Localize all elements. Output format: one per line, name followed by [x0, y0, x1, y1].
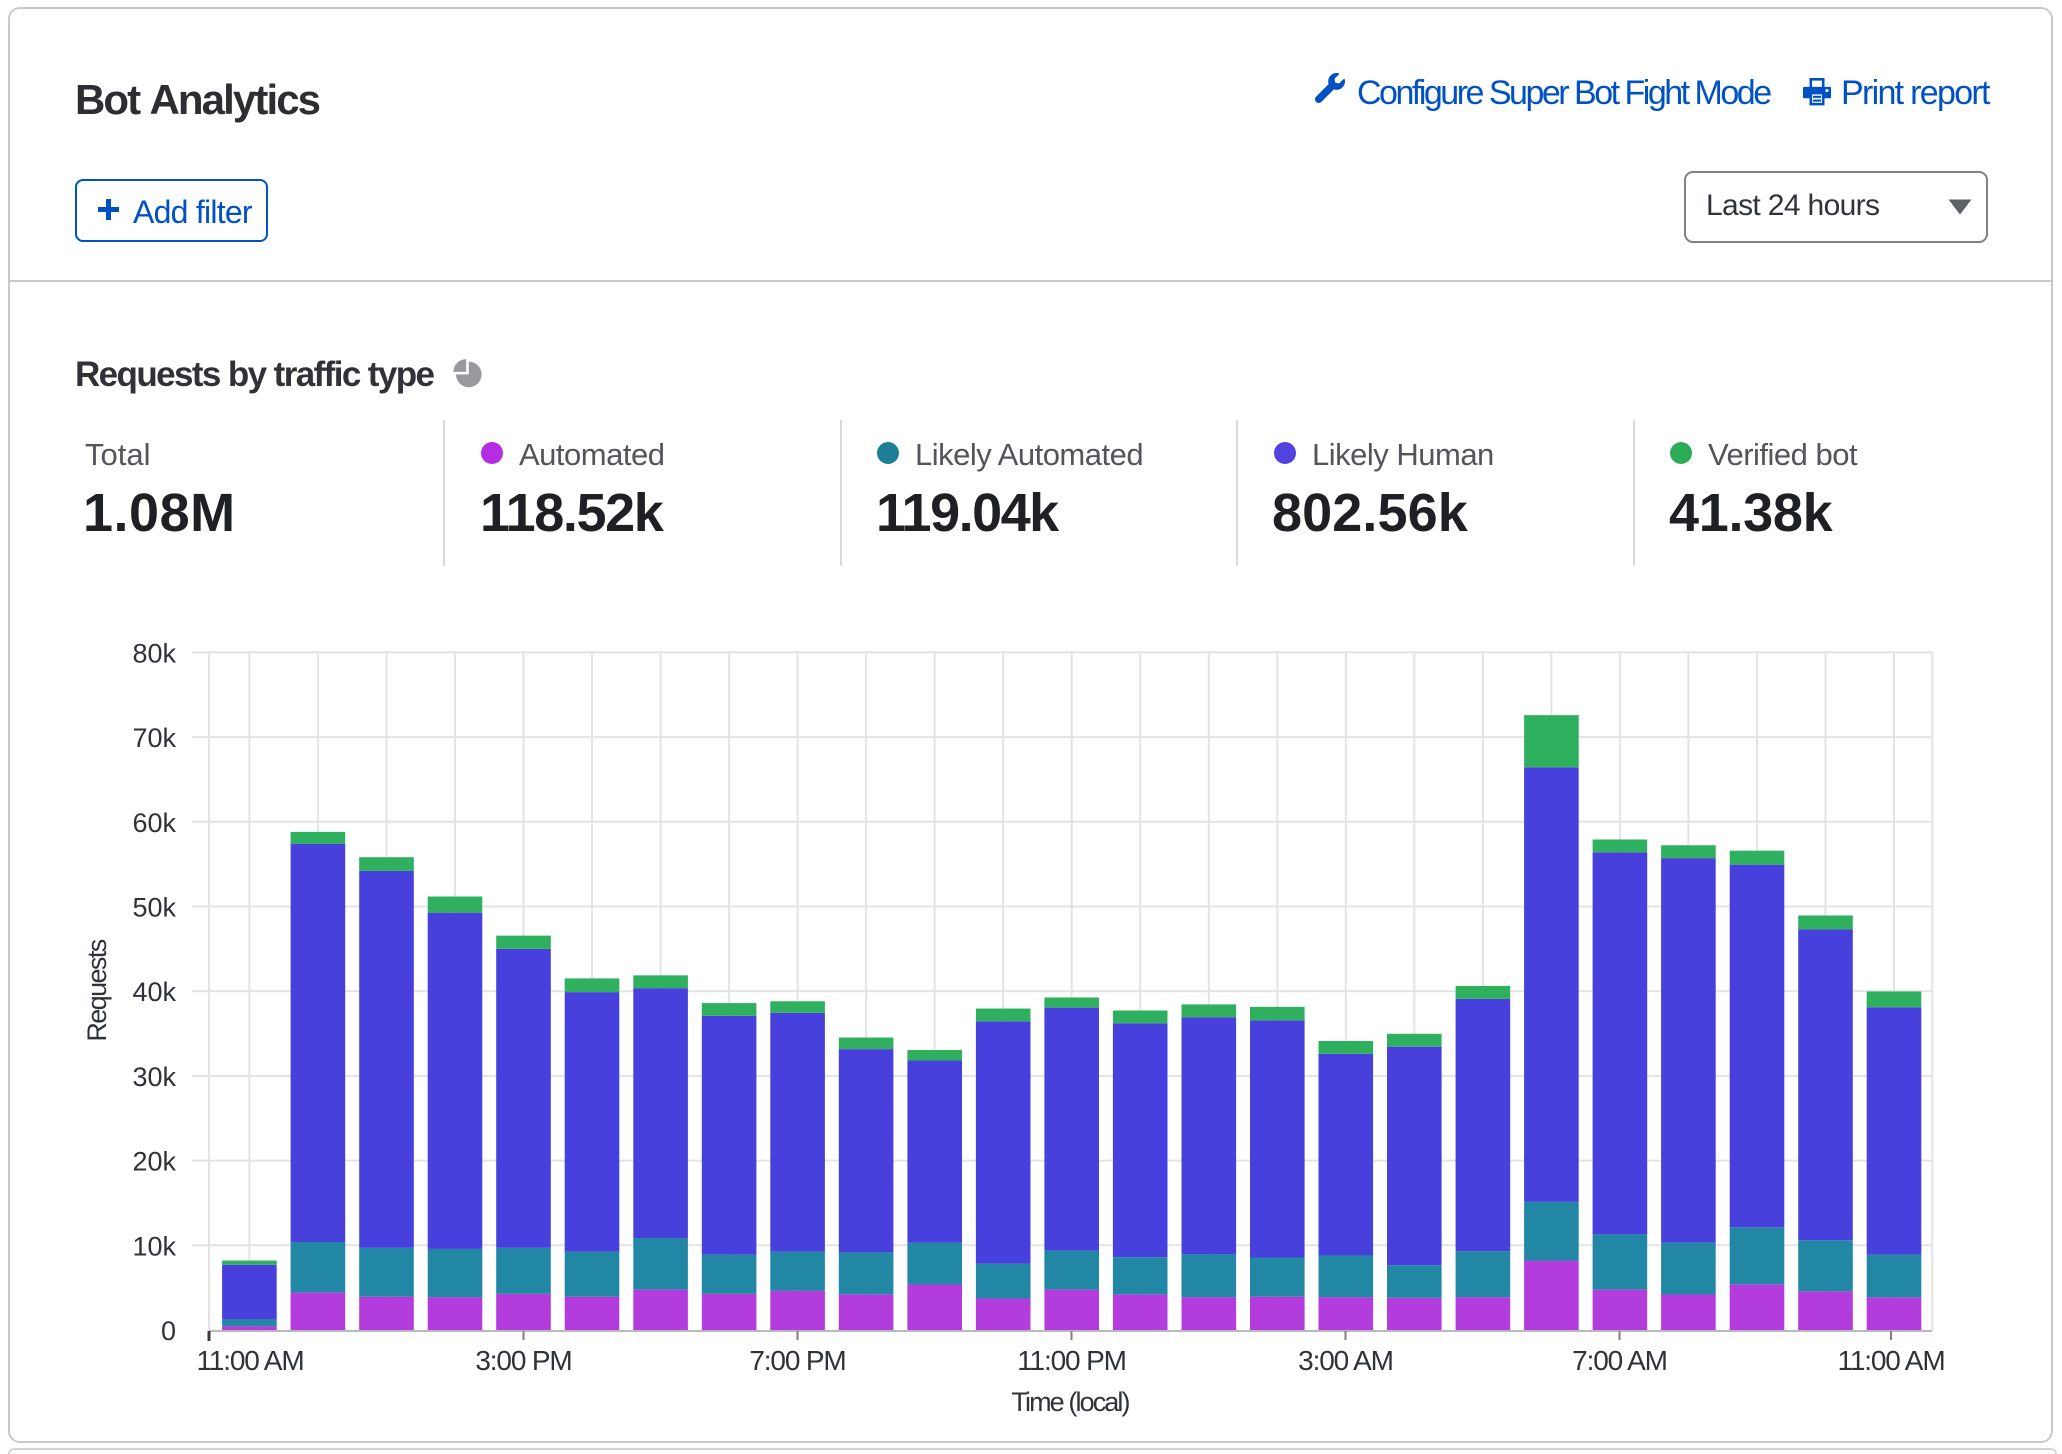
svg-text:3:00 AM: 3:00 AM [1298, 1345, 1393, 1376]
svg-text:3:00 PM: 3:00 PM [475, 1345, 571, 1376]
svg-text:Time (local): Time (local) [1011, 1387, 1129, 1417]
svg-text:11:00 AM: 11:00 AM [1837, 1345, 1944, 1376]
svg-text:7:00 PM: 7:00 PM [749, 1345, 845, 1376]
svg-text:10k: 10k [132, 1231, 176, 1261]
svg-text:80k: 80k [132, 638, 176, 668]
svg-text:70k: 70k [132, 723, 176, 753]
svg-text:50k: 50k [132, 893, 176, 923]
svg-text:60k: 60k [132, 808, 176, 838]
svg-text:11:00 AM: 11:00 AM [196, 1345, 303, 1376]
svg-text:30k: 30k [132, 1062, 176, 1092]
svg-text:20k: 20k [132, 1147, 176, 1177]
svg-text:0: 0 [161, 1316, 176, 1346]
svg-text:7:00 AM: 7:00 AM [1572, 1345, 1667, 1376]
svg-text:40k: 40k [132, 977, 176, 1007]
svg-text:11:00 PM: 11:00 PM [1017, 1345, 1126, 1376]
svg-text:Requests: Requests [82, 939, 112, 1041]
